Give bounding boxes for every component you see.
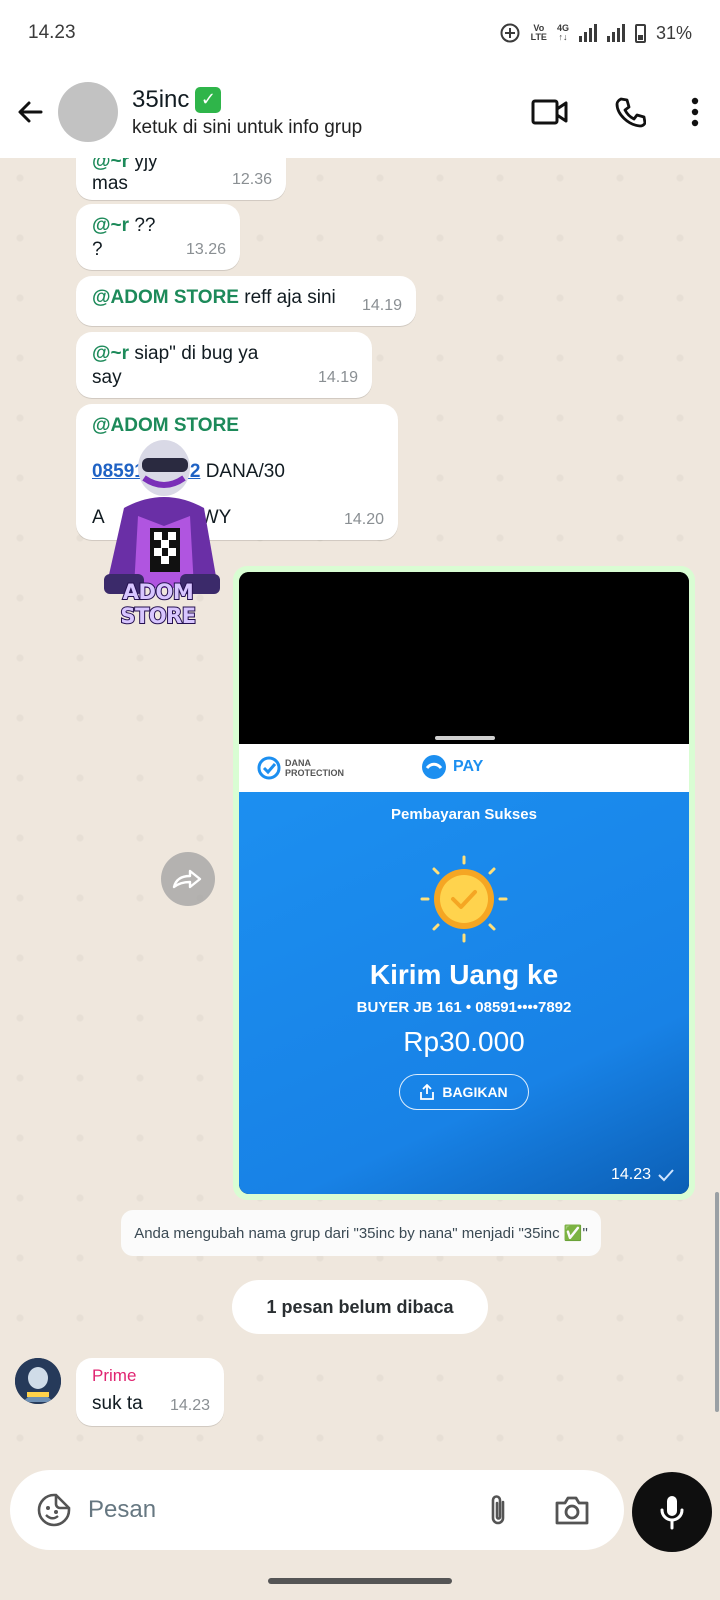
attach-button[interactable] [468, 1480, 528, 1540]
voice-message-button[interactable] [632, 1472, 712, 1552]
more-options-button[interactable] [670, 82, 720, 142]
screenshot-home-bar [435, 736, 495, 740]
signal-icon [578, 24, 597, 42]
message-bubble[interactable]: @~r ?? ? 13.26 [76, 204, 240, 270]
paperclip-icon [491, 1495, 505, 1525]
camera-button[interactable] [542, 1480, 602, 1540]
group-info[interactable]: 35inc ✓ ketuk di sini untuk info grup [132, 86, 510, 139]
message-bubble[interactable]: @ADOM STORE reff aja sini 14.19 [76, 276, 416, 326]
kebab-menu-icon [691, 97, 699, 127]
voice-call-button[interactable] [590, 82, 670, 142]
gesture-handle[interactable] [268, 1578, 452, 1584]
chat-header: 35inc ✓ ketuk di sini untuk info grup [0, 66, 720, 158]
microphone-icon [660, 1496, 684, 1530]
message-time: 13.26 [185, 241, 226, 258]
status-icons: Vo LTE 4G ↑↓ 31% [499, 22, 692, 44]
message-time: 14.19 [317, 369, 358, 386]
phone-icon [615, 97, 646, 128]
message-time: 14.19 [361, 297, 402, 314]
status-time: 14.23 [28, 22, 76, 43]
pay-label: PAY [453, 758, 484, 775]
group-avatar[interactable] [58, 82, 118, 142]
payment-status: Pembayaran Sukses [391, 806, 537, 823]
sticker-caption: ADOM STORE [119, 579, 197, 629]
back-button[interactable] [2, 84, 58, 140]
message-time: 14.20 [343, 511, 384, 528]
avatar-image-icon [15, 1358, 61, 1404]
dana-logo-icon [422, 755, 446, 779]
forward-icon [172, 869, 202, 889]
system-navigation-bar [0, 1556, 720, 1600]
dana-header: DANA PROTECTION PAY [239, 744, 689, 792]
message-mention: @ADOM STORE [92, 287, 239, 308]
share-icon [420, 1084, 435, 1100]
image-time: 14.23 [610, 1166, 651, 1183]
message-time: 12.36 [231, 171, 272, 188]
forward-button[interactable] [161, 852, 215, 906]
sender-avatar[interactable] [15, 1358, 61, 1404]
message-bubble[interactable]: @~r siap" di bug ya say 14.19 [76, 332, 372, 398]
group-name: 35inc [132, 85, 190, 113]
payment-screenshot[interactable]: DANA PROTECTION PAY Pembayaran Sukses Ki… [239, 572, 689, 1194]
message-text: yjy [134, 158, 158, 172]
sticker-image[interactable]: ADOM STORE [84, 428, 232, 629]
message-bubble[interactable]: Prime suk ta 14.23 [76, 1358, 224, 1426]
volte-indicator: Vo LTE [530, 23, 547, 42]
message-text: reff aja sini [244, 287, 336, 308]
video-call-button[interactable] [510, 82, 590, 142]
message-mention: @~r [92, 343, 130, 364]
success-coin-icon [418, 853, 510, 945]
battery-percent: 31% [655, 22, 692, 43]
single-check-icon [658, 1169, 674, 1182]
unread-messages-banner: 1 pesan belum dibaca [232, 1280, 488, 1334]
recipient-info: BUYER JB 161 • 08591••••7892 [356, 999, 572, 1016]
shield-check-icon [257, 756, 281, 780]
message-mention: @~r [92, 215, 130, 236]
chat-area[interactable]: @~r yjy mas 12.36 @~r ?? ? 13.26 @ADOM S… [0, 158, 720, 1470]
sticker-button[interactable] [28, 1484, 80, 1536]
share-label: BAGIKAN [442, 1084, 508, 1100]
network-type: 4G ↑↓ [556, 23, 569, 42]
transfer-title: Kirim Uang ke [369, 959, 559, 990]
payment-success-panel: Pembayaran Sukses Kirim Uang ke BUYER JB… [239, 792, 689, 1194]
image-timestamp: 14.23 [611, 1166, 675, 1184]
video-camera-icon [531, 99, 568, 125]
sticker-icon [37, 1493, 71, 1527]
system-message: Anda mengubah nama grup dari "35inc by n… [121, 1210, 601, 1256]
message-text-2: say [92, 367, 122, 388]
arrow-left-icon [18, 101, 43, 123]
share-button: BAGIKAN [399, 1074, 529, 1110]
image-message[interactable]: DANA PROTECTION PAY Pembayaran Sukses Ki… [233, 566, 695, 1200]
scrollbar[interactable] [715, 1192, 719, 1412]
message-mention: @~r [92, 158, 130, 172]
status-bar: 14.23 Vo LTE 4G ↑↓ 31% [0, 0, 720, 66]
dana-protection-label: DANA PROTECTION [285, 758, 345, 778]
message-text: ?? [134, 215, 156, 236]
battery-icon [634, 23, 646, 43]
message-text: siap" di bug ya [134, 343, 259, 364]
data-saver-icon [500, 23, 520, 43]
group-subtitle: ketuk di sini untuk info grup [132, 116, 363, 138]
sender-name[interactable]: Prime [92, 1364, 208, 1388]
camera-icon [555, 1496, 589, 1525]
composer [0, 1470, 720, 1556]
message-input-box[interactable] [10, 1470, 624, 1550]
transfer-amount: Rp30.000 [403, 1026, 525, 1057]
signal-icon-2 [606, 24, 625, 42]
check-icon: ✓ [195, 86, 222, 113]
message-bubble[interactable]: @~r yjy mas 12.36 [76, 158, 286, 200]
message-input[interactable] [88, 1496, 468, 1524]
message-time: 14.23 [169, 1397, 210, 1414]
